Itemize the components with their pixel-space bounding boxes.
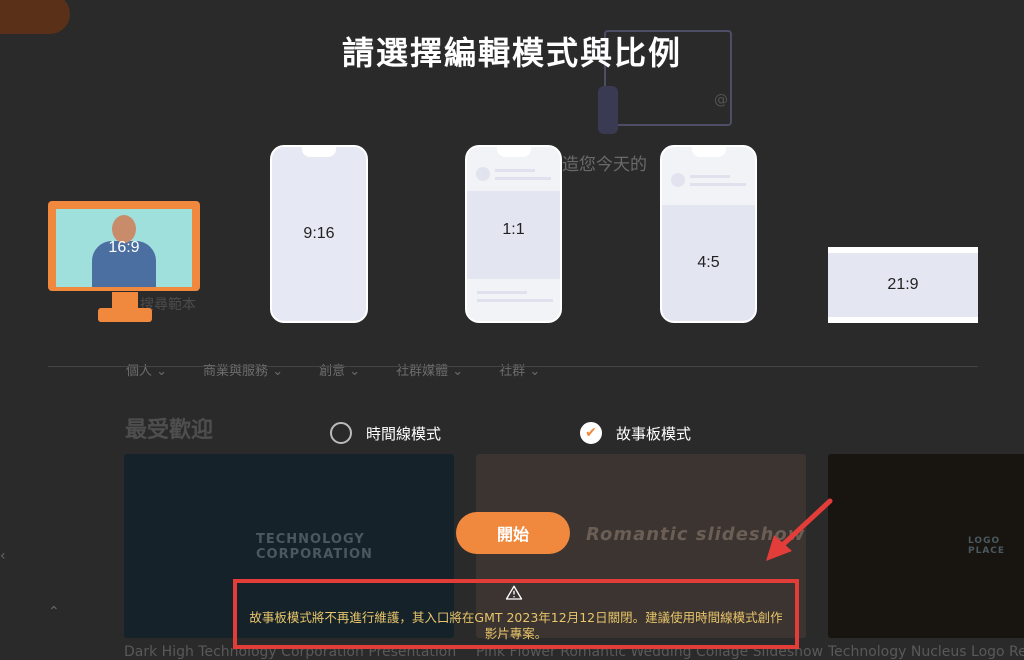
ratio-label: 1:1 [502, 221, 525, 238]
ratio-label: 9:16 [303, 225, 335, 242]
phone-notch [691, 147, 726, 157]
text-line-placeholder [495, 177, 551, 180]
text-line-placeholder [477, 299, 553, 302]
timeline-mode-option[interactable]: 時間線模式 [330, 422, 441, 444]
chevron-up-icon: ⌃ [48, 604, 60, 620]
phone-notch [496, 147, 531, 157]
ratio-9-16-option[interactable]: 9:16 [270, 145, 368, 323]
ratio-label: 16:9 [108, 239, 140, 256]
card-title: Technology Nucleus Logo Reveal [828, 644, 1024, 660]
timeline-mode-label: 時間線模式 [366, 424, 442, 443]
category-business: 商業與服務 [203, 360, 283, 379]
text-line-placeholder [690, 175, 730, 178]
ratio-4-5-option[interactable]: 4:5 [660, 145, 757, 323]
ratio-label: 4:5 [697, 254, 720, 271]
monitor-screen: 16:9 [56, 209, 192, 287]
text-line-placeholder [495, 169, 535, 172]
ratio-16-9-option[interactable]: 16:9 [48, 201, 200, 291]
phone-notch [302, 147, 336, 157]
template-card: LOGO PLACE [828, 454, 1024, 638]
avatar-placeholder [476, 167, 490, 181]
category-creative: 創意 [319, 360, 360, 379]
background-side-mark: ‹ [0, 548, 6, 564]
storyboard-mode-label: 故事板模式 [616, 424, 692, 443]
ratio-1-1-option[interactable]: 1:1 [465, 145, 562, 323]
annotation-arrow-icon [766, 498, 833, 561]
category-social-media: 社群媒體 [396, 360, 463, 379]
text-line-placeholder [477, 291, 527, 294]
ratio-label: 21:9 [887, 276, 919, 293]
storyboard-mode-option[interactable]: ✔ 故事板模式 [580, 422, 691, 444]
background-page: @ 造您今天的 搜尋範本 個人 商業與服務 創意 社群媒體 社群 最受歡迎 TE… [0, 0, 1024, 660]
category-personal: 個人 [126, 360, 167, 379]
dialog-title: 請選擇編輯模式與比例 [341, 34, 682, 72]
timeline-mode-radio[interactable] [330, 422, 352, 444]
text-line-placeholder [690, 183, 746, 186]
category-community: 社群 [499, 360, 540, 379]
card-logo-text: TECHNOLOGY CORPORATION [256, 532, 373, 562]
background-section-title: 最受歡迎 [125, 418, 214, 443]
start-button[interactable]: 開始 [456, 512, 570, 554]
monitor-base [98, 308, 152, 322]
background-divider [48, 366, 978, 367]
storyboard-mode-radio[interactable]: ✔ [580, 422, 602, 444]
background-categories: 個人 商業與服務 創意 社群媒體 社群 [126, 360, 540, 379]
warning-highlight-box [233, 579, 799, 649]
card-logo-text: LOGO PLACE [968, 536, 1006, 556]
ratio-21-9-option[interactable]: 21:9 [828, 247, 978, 323]
background-subhead: 造您今天的 [562, 155, 647, 175]
checkmark-icon: ✔ [585, 425, 597, 441]
at-icon: @ [714, 92, 728, 108]
background-illustration-person [598, 86, 618, 134]
avatar-placeholder [671, 173, 685, 187]
